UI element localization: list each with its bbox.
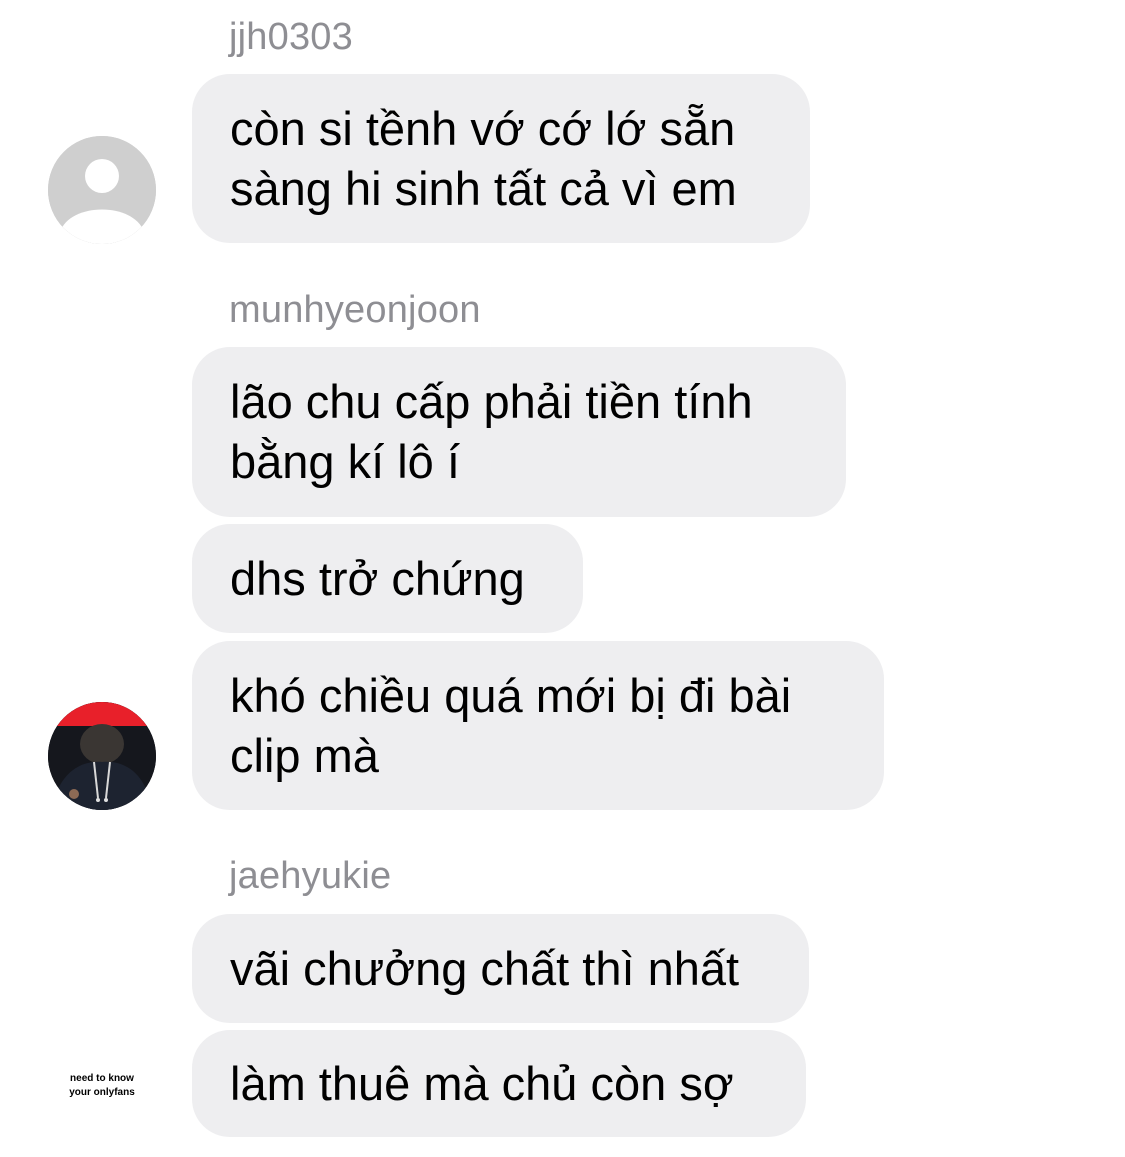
message-bubble[interactable]: làm thuê mà chủ còn sợ — [192, 1030, 806, 1137]
sender-name-munhyeonjoon: munhyeonjoon — [229, 289, 481, 331]
avatar-default[interactable] — [48, 136, 156, 244]
sender-name-jjh0303: jjh0303 — [229, 16, 353, 58]
message-bubble[interactable]: lão chu cấp phải tiền tính bằng kí lô í — [192, 347, 846, 517]
avatar-photo-image — [48, 702, 156, 810]
message-bubble[interactable]: vãi chưởng chất thì nhất — [192, 914, 809, 1023]
message-text: làm thuê mà chủ còn sợ — [230, 1056, 734, 1110]
message-bubble[interactable]: còn si tềnh vớ cớ lớ sẵn sàng hi sinh tấ… — [192, 74, 810, 243]
message-text: còn si tềnh vớ cớ lớ sẵn sàng hi sinh tấ… — [230, 101, 737, 215]
message-text: lão chu cấp phải tiền tính bằng kí lô í — [230, 375, 753, 488]
message-text: vãi chưởng chất thì nhất — [230, 941, 740, 995]
avatar-photo[interactable] — [48, 702, 156, 810]
message-text: dhs trở chứng — [230, 551, 525, 605]
sender-name-jaehyukie: jaehyukie — [229, 855, 392, 897]
message-text: khó chiều quá mới bị đi bài clip mà — [230, 668, 792, 782]
avatar-text-image[interactable]: need to know your onlyfans — [52, 1072, 152, 1100]
message-bubble[interactable]: dhs trở chứng — [192, 524, 583, 633]
message-bubble[interactable]: khó chiều quá mới bị đi bài clip mà — [192, 641, 884, 810]
person-silhouette-icon — [48, 136, 156, 244]
